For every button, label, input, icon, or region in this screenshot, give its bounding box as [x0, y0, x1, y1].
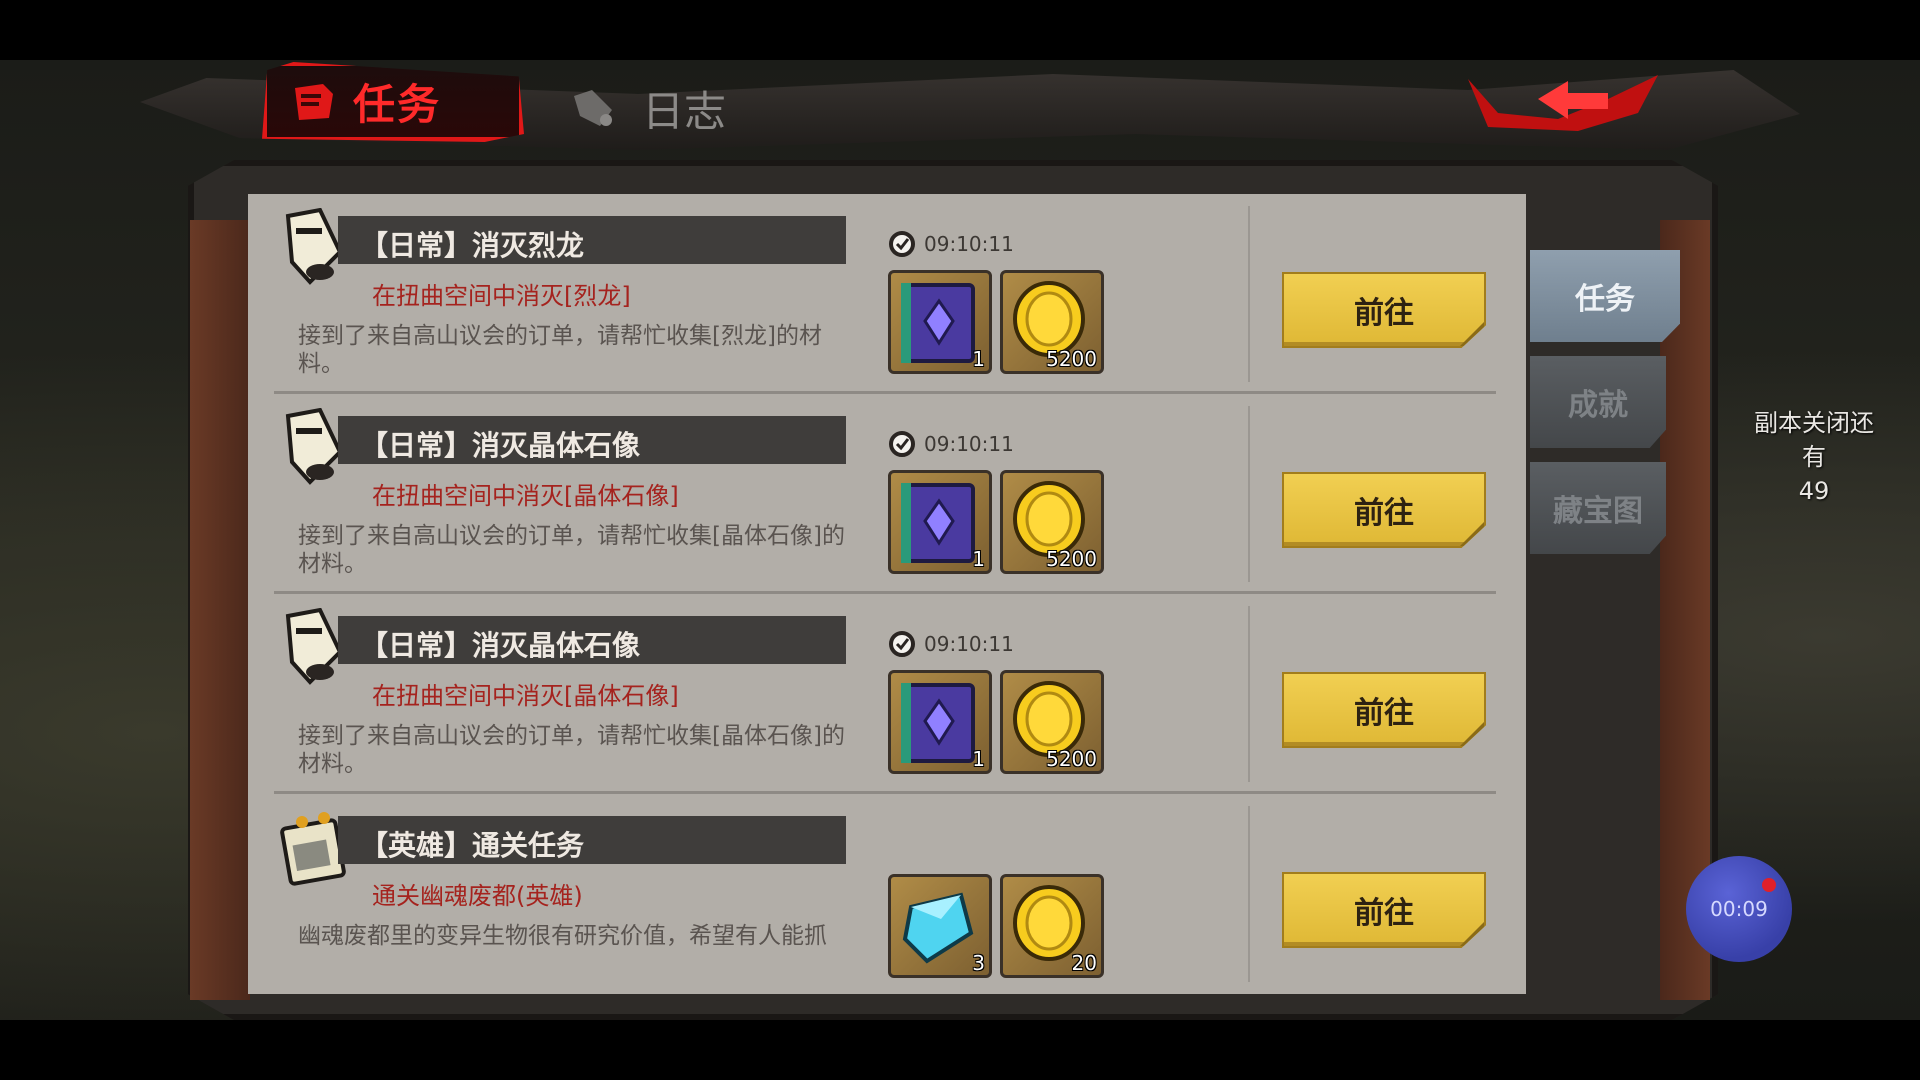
log-scroll-icon — [574, 90, 612, 126]
reward-quantity: 5200 — [1046, 747, 1097, 771]
quest-description: 接到了来自高山议会的订单，请帮忙收集[烈龙]的材料。 — [298, 323, 822, 377]
quest-title: 【日常】消灭晶体石像 — [360, 429, 641, 462]
tab-log[interactable]: 日志 — [570, 78, 726, 138]
reward-gold[interactable]: 5200 — [1000, 270, 1104, 374]
quest-goal: 在扭曲空间中消灭[烈龙] — [372, 282, 631, 310]
quest-description: 接到了来自高山议会的订单，请帮忙收集[晶体石像]的材料。 — [298, 523, 845, 577]
reward-quantity: 5200 — [1046, 347, 1097, 371]
clock-icon — [889, 431, 915, 457]
reward-spellbook[interactable]: 1 — [888, 270, 992, 374]
reward-quantity: 20 — [1071, 951, 1097, 975]
reward-quantity: 1 — [972, 347, 985, 371]
clock-icon — [889, 631, 915, 657]
clock-icon — [889, 231, 915, 257]
side-tab-achievements[interactable]: 成就 — [1530, 356, 1666, 448]
reward-gold[interactable]: 5200 — [1000, 470, 1104, 574]
quest-description: 幽魂废都里的变异生物很有研究价值，希望有人能抓 — [298, 923, 827, 949]
go-button[interactable]: 前往 — [1282, 472, 1486, 548]
quest-item: 【英雄】通关任务 通关幽魂废都(英雄) 0/1 幽魂废都里的变异生物很有研究价值… — [248, 794, 1526, 994]
quest-goal: 通关幽魂废都(英雄) — [372, 882, 583, 910]
divider — [1248, 806, 1250, 982]
reward-quantity: 1 — [972, 547, 985, 571]
go-button[interactable]: 前往 — [1282, 672, 1486, 748]
reward-gold[interactable]: 20 — [1000, 874, 1104, 978]
side-tab-quests[interactable]: 任务 — [1530, 250, 1680, 342]
quest-title: 【日常】消灭晶体石像 — [360, 629, 641, 662]
reward-gold[interactable]: 5200 — [1000, 670, 1104, 774]
go-button[interactable]: 前往 — [1282, 272, 1486, 348]
notice-countdown: 49 — [1798, 477, 1830, 505]
reward-quantity: 5200 — [1046, 547, 1097, 571]
divider — [1248, 206, 1250, 382]
reward-quantity: 3 — [972, 951, 985, 975]
quest-title: 【英雄】通关任务 — [360, 829, 585, 862]
recording-timer-text: 00:09 — [1710, 897, 1768, 921]
quest-timer: 09:10:11 — [924, 232, 1014, 256]
hero-notice-icon — [280, 812, 346, 886]
scroll-icon — [285, 608, 343, 685]
quest-goal: 在扭曲空间中消灭[晶体石像] — [372, 482, 679, 510]
recording-timer[interactable]: 00:09 — [1686, 856, 1792, 962]
divider — [1248, 406, 1250, 582]
quest-item: 【日常】消灭晶体石像 在扭曲空间中消灭[晶体石像] 0/10 接到了来自高山议会… — [248, 594, 1526, 794]
reward-quantity: 1 — [972, 747, 985, 771]
quest-timer: 09:10:11 — [924, 632, 1014, 656]
recording-indicator-icon — [1762, 878, 1776, 892]
quest-item: 【日常】消灭烈龙 在扭曲空间中消灭[烈龙] 3/10 接到了来自高山议会的订单，… — [248, 194, 1526, 394]
reward-spellbook[interactable]: 1 — [888, 470, 992, 574]
dungeon-close-notice: 副本关闭还有 49 — [1744, 406, 1884, 508]
quest-timer: 09:10:11 — [924, 432, 1014, 456]
go-button[interactable]: 前往 — [1282, 872, 1486, 948]
side-tab-treasure-map[interactable]: 藏宝图 — [1530, 462, 1666, 554]
frame-wood-left — [190, 220, 250, 1000]
quest-description: 接到了来自高山议会的订单，请帮忙收集[晶体石像]的材料。 — [298, 723, 845, 777]
scroll-icon — [285, 208, 343, 285]
scroll-icon — [285, 408, 343, 485]
quest-list[interactable]: 【日常】消灭烈龙 在扭曲空间中消灭[烈龙] 3/10 接到了来自高山议会的订单，… — [248, 194, 1526, 994]
back-button[interactable] — [1448, 66, 1678, 136]
tab-log-label: 日志 — [642, 86, 727, 136]
back-arrow-icon — [1468, 75, 1658, 131]
tab-quests-label: 任务 — [353, 80, 442, 129]
quest-title: 【日常】消灭烈龙 — [360, 229, 585, 262]
quest-item: 【日常】消灭晶体石像 在扭曲空间中消灭[晶体石像] 0/8 接到了来自高山议会的… — [248, 394, 1526, 594]
quest-goal: 在扭曲空间中消灭[晶体石像] — [372, 682, 679, 710]
quest-scroll-icon — [295, 83, 333, 120]
notice-text: 副本关闭还有 — [1754, 409, 1874, 471]
reward-crystal[interactable]: 3 — [888, 874, 992, 978]
divider — [1248, 606, 1250, 782]
reward-spellbook[interactable]: 1 — [888, 670, 992, 774]
